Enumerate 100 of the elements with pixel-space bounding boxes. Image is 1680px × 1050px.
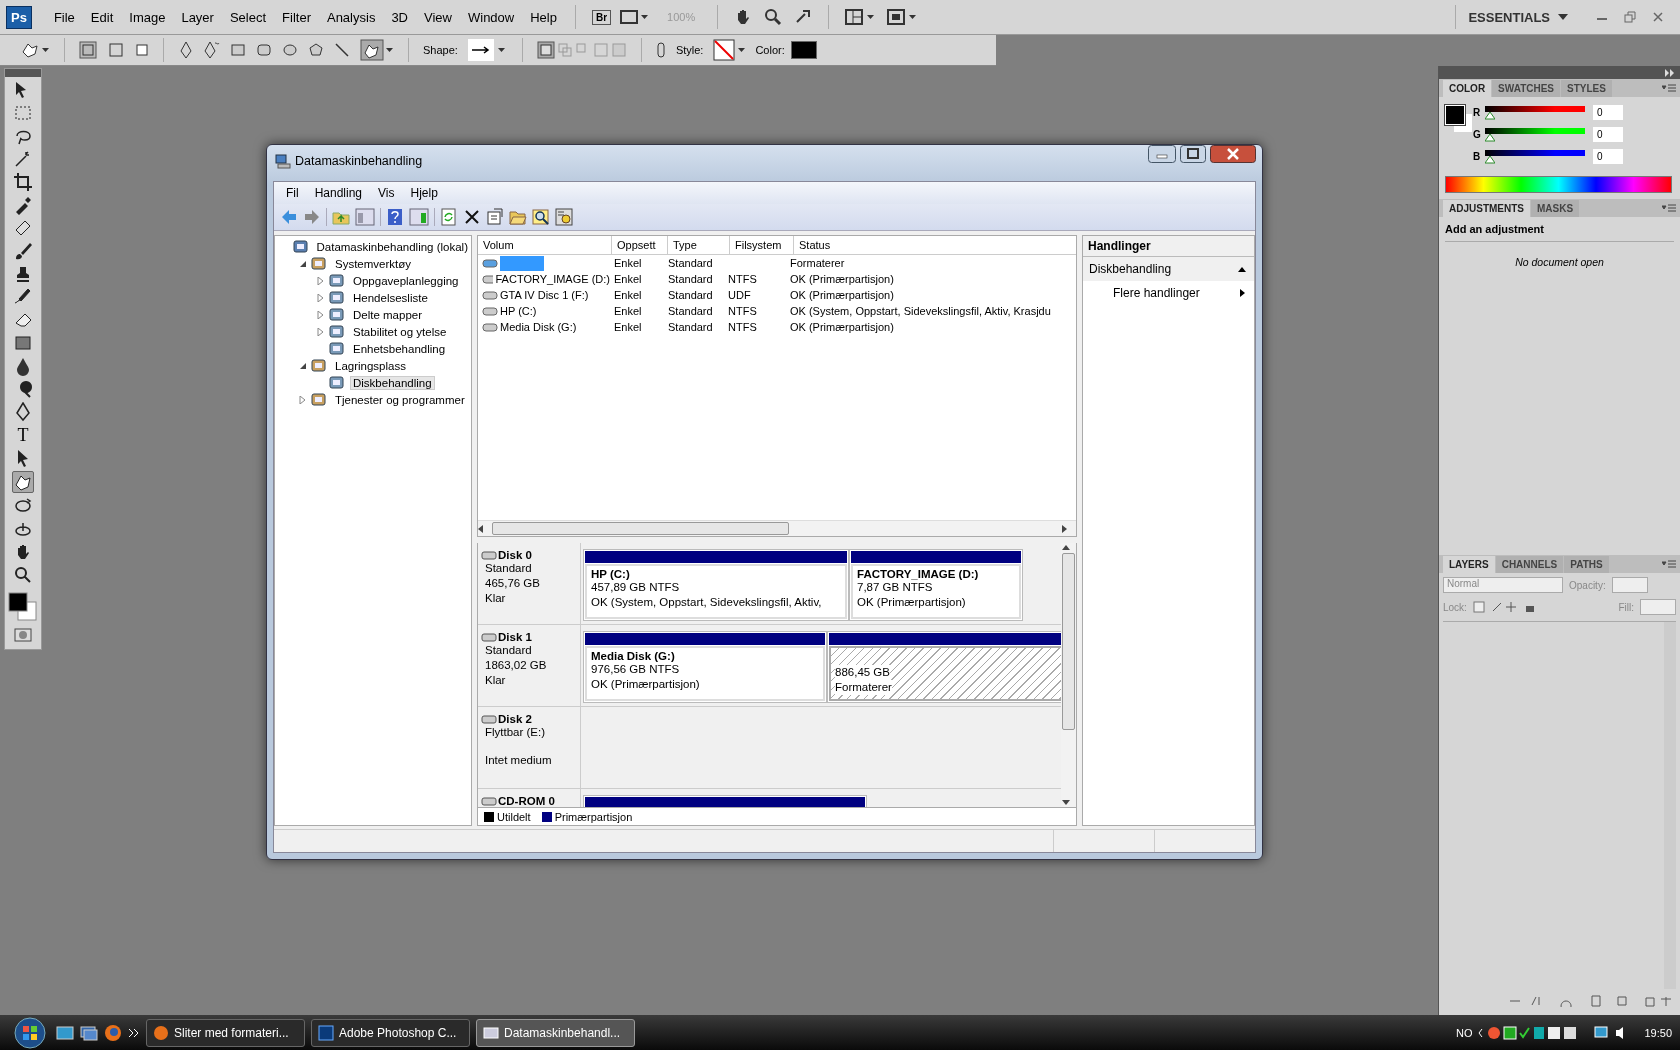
language-indicator[interactable]: NO [1455,1026,1473,1039]
expanded-arrow-icon[interactable] [299,259,307,268]
pen-icon[interactable] [178,41,194,59]
collapsed-arrow-icon[interactable] [317,327,325,336]
bridge-button[interactable]: Br [591,9,612,25]
menu-item[interactable]: Layer [175,9,220,25]
submenu-arrow-icon[interactable] [1240,289,1246,297]
type-tool[interactable]: T [17,425,29,445]
collapse-icon[interactable] [1664,68,1676,77]
slider-thumb[interactable] [1485,155,1495,164]
show-desktop-icon[interactable] [56,1024,74,1041]
menu-item[interactable]: 3D [385,9,414,25]
filmstrip-icon[interactable] [619,9,650,25]
menu-item[interactable]: View [418,9,458,25]
column-header[interactable]: Volum [478,236,612,254]
channel-value-field[interactable]: 0 [1593,127,1623,142]
partition-block[interactable]: HP (C:) 457,89 GB NTFS OK (System, Oppstart, Sidevekslingsfil, Aktiv, [583,549,849,621]
tree-item[interactable]: Diskbehandling [350,375,435,390]
link-icon[interactable] [655,42,666,58]
fill-field[interactable] [1640,599,1676,615]
brush-tool-icon[interactable] [13,241,33,261]
opacity-field[interactable] [1611,577,1648,593]
vertical-scrollbar[interactable] [1061,543,1076,807]
menu-item[interactable]: File [47,9,81,25]
freeform-pen-icon[interactable] [204,41,220,59]
column-header[interactable]: Type [668,236,730,254]
menu-item[interactable]: Vis [370,186,403,200]
panel-menu-icon[interactable] [1662,84,1676,92]
close-button[interactable] [1210,145,1256,163]
settings-icon[interactable] [555,208,573,226]
custom-shape-icon[interactable] [360,39,394,61]
quick-mask-icon[interactable] [13,627,33,643]
expanded-arrow-icon[interactable] [299,361,307,370]
restore-icon[interactable] [1624,11,1636,23]
menu-item[interactable]: Handling [306,186,371,200]
rectangle-icon[interactable] [230,42,246,58]
workspace-switcher[interactable]: ESSENTIALS [1468,9,1568,25]
tree-item[interactable]: Tjenester og programmer [332,392,468,407]
crop-tool-icon[interactable] [13,172,33,192]
tree-item[interactable]: Lagringsplass [332,358,409,373]
shape-tool-icon[interactable] [12,471,34,493]
app-logo[interactable]: Ps [6,5,32,29]
collapsed-arrow-icon[interactable] [317,310,325,319]
collapsed-arrow-icon[interactable] [317,293,325,302]
slider-thumb[interactable] [1485,133,1495,142]
menu-item[interactable]: Help [524,9,563,25]
menu-item[interactable]: Hjelp [402,186,446,200]
panel-tab[interactable]: SWATCHES [1492,79,1561,97]
tree-item[interactable]: Enhetsbehandling [350,341,449,356]
actions-section-header[interactable]: Diskbehandling [1083,257,1254,281]
path-mode-icon[interactable] [536,41,627,59]
tree-item[interactable]: Hendelsesliste [350,290,431,305]
taskbar-button[interactable]: Sliter med formateri... [146,1018,305,1047]
taskbar-button[interactable]: Adobe Photoshop C... [311,1018,470,1047]
zoom-tool-icon[interactable] [13,565,33,585]
collapsed-arrow-icon[interactable] [317,276,325,285]
color-swatch[interactable] [790,41,817,59]
chevron-icon[interactable] [128,1027,140,1038]
menu-item[interactable]: Fil [278,186,307,200]
polygon-icon[interactable] [308,42,324,58]
forward-arrow-icon[interactable] [303,208,321,226]
tree-item[interactable]: Systemverktøy [332,256,415,271]
menu-item[interactable]: Image [123,9,172,25]
menu-item[interactable]: Select [223,9,273,25]
channel-value-field[interactable]: 0 [1593,105,1623,120]
properties-icon[interactable] [486,208,504,226]
column-header[interactable]: Status [794,236,1076,254]
no-style-swatch[interactable] [713,39,746,61]
refresh-icon[interactable] [440,208,458,226]
panel-tab[interactable]: CHANNELS [1495,555,1564,573]
menu-item[interactable]: Filter [276,9,317,25]
tree-item[interactable]: Delte mapper [350,307,426,322]
maximize-button[interactable] [1180,145,1206,163]
pen-tool-icon[interactable] [13,402,33,422]
help-icon[interactable] [386,208,404,226]
menu-item[interactable]: Analysis [320,9,382,25]
layers-scrollbar[interactable] [1664,622,1676,989]
taskbar-button[interactable]: Datamaskinbehandl... [476,1018,635,1047]
layout-icon[interactable] [845,9,876,25]
browser-icon[interactable] [104,1023,122,1042]
delete-icon[interactable] [463,208,481,226]
search-icon[interactable] [532,208,550,226]
menu-item[interactable]: Edit [84,9,120,25]
arrow-shape-picker[interactable] [467,39,508,61]
horizontal-scrollbar[interactable] [478,520,1076,536]
window-switch-icon[interactable] [80,1024,98,1041]
more-actions-link[interactable]: Flere handlinger [1083,281,1254,305]
shape-layers-icon[interactable] [79,41,97,59]
panel-tab[interactable]: ADJUSTMENTS [1443,199,1530,217]
toolbox-grip[interactable] [5,69,41,77]
slider-thumb[interactable] [1485,111,1495,120]
tree-item[interactable]: Datamaskinbehandling (lokal) [313,239,471,254]
close-icon[interactable] [1652,11,1664,23]
open-folder-icon[interactable] [509,208,527,226]
dropdown-arrow-icon[interactable] [1558,13,1568,21]
partition-block[interactable]: FACTORY_IMAGE (D:) 7,87 GB NTFS OK (Primærpartisjon) [849,549,1023,621]
collapsed-arrow-icon[interactable] [299,395,307,404]
screen-mode-icon[interactable] [887,9,918,25]
panel-tab[interactable]: MASKS [1531,199,1580,217]
panel-tab[interactable]: STYLES [1561,79,1612,97]
